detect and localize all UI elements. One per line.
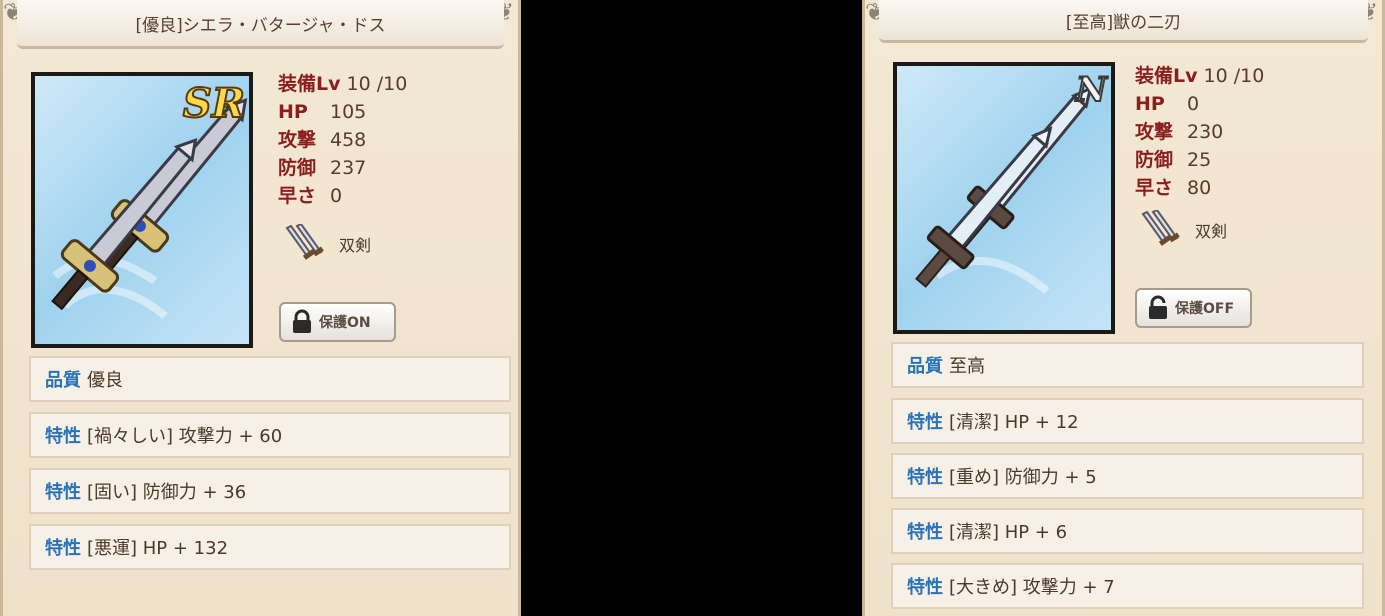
item-card[interactable]: N <box>893 62 1115 334</box>
trait-value: [清潔] HP + 6 <box>949 522 1068 543</box>
twin-swords-icon <box>285 224 324 260</box>
quality-value: 至高 <box>949 356 985 377</box>
stat-label: 防御 <box>1135 149 1174 171</box>
trait-key: 特性 <box>45 482 81 503</box>
trait-row: 特性 [清潔] HP + 12 <box>891 398 1364 444</box>
stat-value: 105 <box>330 101 367 123</box>
stat-label: 装備Lv <box>278 73 341 95</box>
trait-value: [清潔] HP + 12 <box>949 412 1079 433</box>
trait-row: 特性 [清潔] HP + 6 <box>891 508 1364 554</box>
padlock-locked-icon <box>293 309 311 333</box>
quality-key: 品質 <box>45 370 81 391</box>
twin-swords-icon <box>1141 210 1180 246</box>
stat-equip-level: 装備Lv 10 /10 <box>1135 62 1264 90</box>
weapon-type: 双剣 <box>1137 210 1227 250</box>
stat-value: 25 <box>1187 149 1212 171</box>
stat-label: 防御 <box>278 157 317 179</box>
weapon-type: 双剣 <box>281 224 371 264</box>
trait-value: [大きめ] 攻撃力 + 7 <box>949 577 1115 598</box>
stat-label: 攻撃 <box>1135 121 1174 143</box>
stat-label: 早さ <box>278 185 317 207</box>
stat-label: 装備Lv <box>1135 65 1198 87</box>
item-title: [至高]獣の二刃 <box>879 0 1368 43</box>
stat-value: 237 <box>330 157 367 179</box>
protect-toggle-button[interactable]: 保護OFF <box>1135 288 1252 328</box>
stat-value: 0 <box>330 185 343 207</box>
protect-toggle-label: 保護ON <box>319 315 371 331</box>
item-title: [優良]シエラ・バタージャ・ドス <box>17 0 504 49</box>
trait-row: 特性 [固い] 防御力 + 36 <box>29 468 511 514</box>
rarity-badge: N <box>1075 69 1108 111</box>
trait-row: 特性 [重め] 防御力 + 5 <box>891 453 1364 499</box>
equipment-panel-right: ❦ ❦ [至高]獣の二刃 N 装備Lv 10 /10 HP 0 攻撃 230 防… <box>862 0 1385 616</box>
trait-key: 特性 <box>907 412 943 433</box>
protect-toggle-button[interactable]: 保護ON <box>279 302 396 342</box>
trait-key: 特性 <box>45 538 81 559</box>
equipment-panel-left: ❦ ❦ [優良]シエラ・バタージャ・ドス SR 装備Lv 10 /10 HP 1… <box>0 0 521 616</box>
protect-toggle-label: 保護OFF <box>1175 301 1235 317</box>
stat-speed: 早さ 0 <box>278 182 407 210</box>
stat-equip-level: 装備Lv 10 /10 <box>278 70 407 98</box>
trait-value: [禍々しい] 攻撃力 + 60 <box>87 426 283 447</box>
stat-label: 攻撃 <box>278 129 317 151</box>
quality-row: 品質 優良 <box>29 356 511 402</box>
trait-key: 特性 <box>907 522 943 543</box>
trait-row: 特性 [禍々しい] 攻撃力 + 60 <box>29 412 511 458</box>
trait-key: 特性 <box>907 577 943 598</box>
item-card[interactable]: SR <box>31 72 253 348</box>
stat-defense: 防御 25 <box>1135 146 1264 174</box>
trait-row: 特性 [悪運] HP + 132 <box>29 524 511 570</box>
stat-value: 458 <box>330 129 367 151</box>
stat-hp: HP 0 <box>1135 90 1264 118</box>
stat-hp: HP 105 <box>278 98 407 126</box>
stat-value: 10 /10 <box>346 73 408 95</box>
quality-value: 優良 <box>87 370 123 391</box>
trait-value: [悪運] HP + 132 <box>87 538 229 559</box>
trait-value: [重め] 防御力 + 5 <box>949 467 1097 488</box>
weapon-type-label: 双剣 <box>1195 222 1228 241</box>
stat-value: 0 <box>1187 93 1200 115</box>
quality-row: 品質 至高 <box>891 342 1364 388</box>
stat-defense: 防御 237 <box>278 154 407 182</box>
trait-key: 特性 <box>907 467 943 488</box>
stat-attack: 攻撃 458 <box>278 126 407 154</box>
trait-key: 特性 <box>45 426 81 447</box>
trait-value: [固い] 防御力 + 36 <box>87 482 247 503</box>
trait-row: 特性 [大きめ] 攻撃力 + 7 <box>891 563 1364 609</box>
stats-block: 装備Lv 10 /10 HP 105 攻撃 458 防御 237 早さ 0 <box>278 70 407 210</box>
stat-speed: 早さ 80 <box>1135 174 1264 202</box>
stat-label: HP <box>278 101 308 123</box>
stat-attack: 攻撃 230 <box>1135 118 1264 146</box>
stat-label: HP <box>1135 93 1165 115</box>
padlock-unlocked-icon <box>1149 295 1167 319</box>
weapon-type-label: 双剣 <box>339 236 372 255</box>
stat-label: 早さ <box>1135 177 1174 199</box>
rarity-badge: SR <box>182 79 246 128</box>
stat-value: 10 /10 <box>1203 65 1265 87</box>
stat-value: 80 <box>1187 177 1212 199</box>
quality-key: 品質 <box>907 356 943 377</box>
stat-value: 230 <box>1187 121 1224 143</box>
stats-block: 装備Lv 10 /10 HP 0 攻撃 230 防御 25 早さ 80 <box>1135 62 1264 202</box>
